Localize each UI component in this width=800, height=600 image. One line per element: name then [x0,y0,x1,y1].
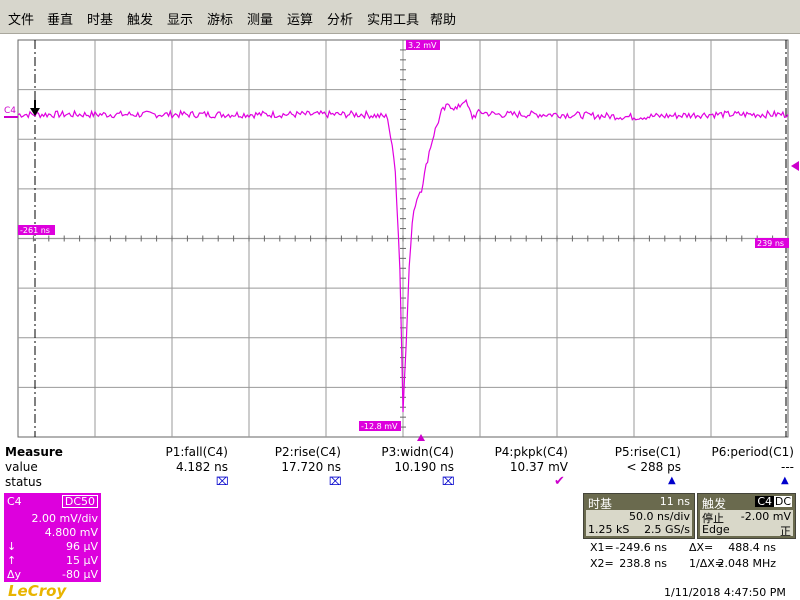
cursor-dx-value: 488.4 ns [728,541,776,554]
channel-sym2-value: 15 μV [65,554,98,567]
channel-sym3: Δy [7,568,22,581]
menu-math[interactable]: 运算 [287,9,313,28]
menu-vertical[interactable]: 垂直 [47,9,73,28]
param-value-p4: 10.37 mV [509,460,568,474]
top-readout: 3.2 mV [408,41,437,50]
param-name-p4[interactable]: P4:pkpk(C4) [495,445,568,459]
trigger-source-badge: C4 [755,495,774,508]
menu-cursors[interactable]: 游标 [207,9,233,28]
channel-offset: 4.800 mV [44,526,98,539]
channel-coupling-badge: DC50 [61,495,98,508]
trigger-slope: 正 [780,525,791,538]
measure-status-label: status [5,475,42,489]
param-name-p5[interactable]: P5:rise(C1) [615,445,681,459]
status-icon-p2: ⌧ [329,475,342,488]
waveform-plot[interactable]: C4 -261 ns 239 ns 3.2 mV -12.8 mV [0,34,800,444]
menu-display[interactable]: 显示 [167,9,193,28]
status-icon-p3: ⌧ [442,475,455,488]
menu-timebase[interactable]: 时基 [87,9,113,28]
cursor-x2-label: X2= [590,557,614,570]
channel-sym1: ↓ [7,540,17,553]
param-value-p3: 10.190 ns [394,460,454,474]
menu-utilities[interactable]: 实用工具 [367,9,419,28]
lecroy-logo: LeCroy [8,582,67,600]
timebase-details: 50.0 ns/div 1.25 kS 2.5 GS/s [586,510,692,536]
channel-name: C4 [7,495,22,508]
trigger-type: Edge [702,523,730,536]
channel-marker-label: C4 [4,106,16,116]
check-icon-p4: ✔ [554,474,565,489]
menu-analysis[interactable]: 分析 [327,9,353,28]
cursor1-readout: -261 ns [20,226,50,235]
status-icon-p1: ⌧ [216,475,229,488]
plot-grid [17,39,789,438]
channel-descriptor-c4[interactable]: C4 DC50 2.00 mV/div 4.800 mV ↓ 96 μV ↑ 1… [4,493,101,582]
timebase-delay: 11 ns [659,495,690,508]
channel-sym1-value: 96 μV [65,540,98,553]
channel-vdiv: 2.00 mV/div [31,512,98,525]
measure-title: Measure [5,445,63,459]
measure-table: Measure value status P1:fall(C4) 4.182 n… [0,444,800,490]
trigger-level: -2.00 mV [740,510,791,523]
cursor-dx-label: ΔX= [689,541,714,554]
measure-value-label: value [5,460,38,474]
param-value-p5: < 288 ps [626,460,681,474]
menu-measure[interactable]: 测量 [247,9,273,28]
param-value-p2: 17.720 ns [281,460,341,474]
timebase-descriptor[interactable]: 时基 11 ns 50.0 ns/div 1.25 kS 2.5 GS/s [583,493,695,539]
param-name-p2[interactable]: P2:rise(C4) [275,445,341,459]
timebase-tdiv: 50.0 ns/div [629,510,690,523]
cursor-inv-value: 2.048 MHz [717,557,776,570]
warning-icon-p6: ▲ [781,475,789,486]
param-name-p3[interactable]: P3:widn(C4) [381,445,454,459]
channel-sym3-value: -80 μV [62,568,98,581]
menu-help[interactable]: 帮助 [430,9,456,28]
cursor-x1-label: X1= [590,541,614,554]
cursor-x1-value: -249.6 ns [615,541,667,554]
trigger-level-marker[interactable] [791,161,799,171]
warning-icon-p5: ▲ [668,475,676,486]
param-value-p6: --- [781,460,794,474]
trigger-coupling-badge: DC [773,495,792,508]
cursor-x2-value: 238.8 ns [619,557,667,570]
trigger-descriptor[interactable]: 触发 C4 DC 停止 -2.00 mV Edge 正 [697,493,796,539]
param-name-p1[interactable]: P1:fall(C4) [165,445,228,459]
channel-sym2: ↑ [7,554,17,567]
timebase-rate: 2.5 GS/s [644,523,690,536]
bottom-readout: -12.8 mV [361,422,398,431]
timestamp: 1/11/2018 4:47:50 PM [664,586,786,599]
menu-bar: 文件 垂直 时基 触发 显示 游标 测量 运算 分析 实用工具 帮助 [0,0,800,34]
menu-file[interactable]: 文件 [8,9,34,28]
timebase-samples: 1.25 kS [588,523,630,536]
trigger-details: 停止 -2.00 mV Edge 正 [700,510,793,538]
cursor2-readout: 239 ns [757,239,784,248]
param-value-p1: 4.182 ns [175,460,228,474]
menu-trigger[interactable]: 触发 [127,9,153,28]
param-name-p6[interactable]: P6:period(C1) [711,445,794,459]
